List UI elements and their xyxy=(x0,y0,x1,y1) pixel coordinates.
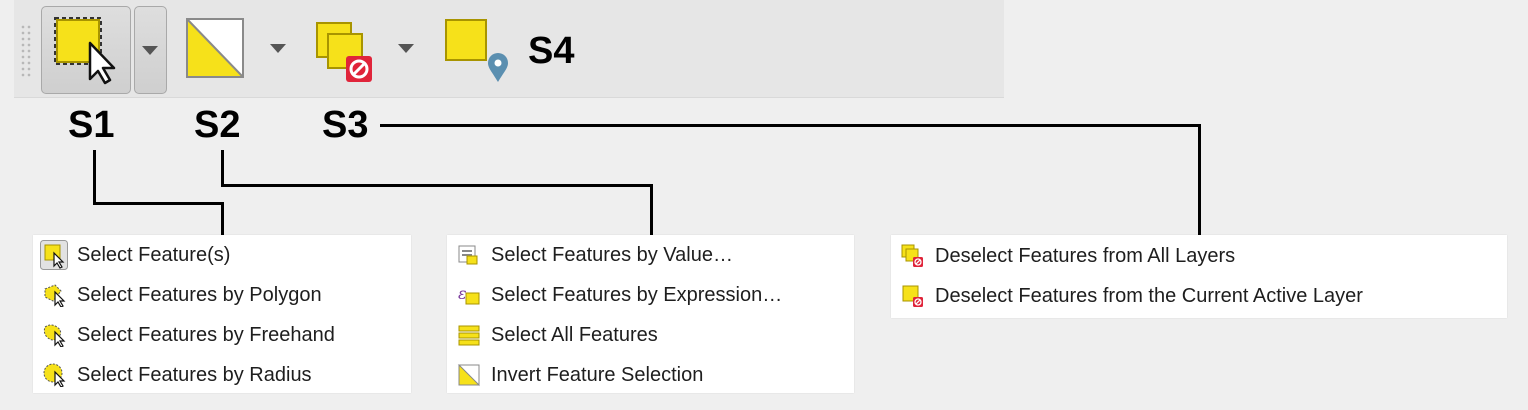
s3-connector xyxy=(1198,124,1201,235)
select-features-by-value-icon xyxy=(184,18,244,80)
menu-item-label: Invert Feature Selection xyxy=(491,363,704,386)
s1-label: S1 xyxy=(68,104,115,146)
select-by-location-button[interactable] xyxy=(444,18,514,84)
select-feature-icon xyxy=(40,240,68,270)
menu-item-label: Select Features by Value… xyxy=(491,243,733,266)
chevron-down-icon xyxy=(142,46,158,55)
select-features-button[interactable] xyxy=(41,6,131,94)
deselect-active-layer-icon xyxy=(901,284,925,308)
menu-item-select-by-value[interactable]: Select Features by Value… xyxy=(447,235,733,275)
s4-label: S4 xyxy=(528,30,575,72)
menu-item-select-feature[interactable]: Select Feature(s) xyxy=(33,235,230,275)
menu-item-label: Deselect Features from All Layers xyxy=(935,244,1236,267)
invert-selection-icon xyxy=(457,363,481,387)
menu-item-deselect-all-layers[interactable]: Deselect Features from All Layers xyxy=(891,236,1235,276)
menu-item-select-all[interactable]: Select All Features xyxy=(447,315,658,355)
menu-item-invert-selection[interactable]: Invert Feature Selection xyxy=(447,355,703,395)
s2-connector xyxy=(221,184,653,187)
menu-item-label: Select All Features xyxy=(491,323,658,346)
menu-item-select-by-expression[interactable]: ε Select Features by Expression… xyxy=(447,275,782,315)
deselect-all-layers-icon xyxy=(901,244,925,268)
s3-label: S3 xyxy=(322,104,369,146)
select-by-value-button[interactable] xyxy=(184,18,244,80)
select-features-dropdown[interactable] xyxy=(134,6,167,94)
menu-item-label: Select Features by Radius xyxy=(77,363,312,386)
menu-item-label: Select Feature(s) xyxy=(77,243,231,266)
s2-connector xyxy=(650,184,653,235)
deselect-features-button[interactable] xyxy=(316,22,378,84)
s2-connector xyxy=(221,150,224,187)
s1-connector xyxy=(93,202,224,205)
s2-dropdown-chevron-icon[interactable] xyxy=(270,44,286,53)
s3-menu: Deselect Features from All Layers Desele… xyxy=(891,235,1507,318)
select-polygon-icon xyxy=(43,283,67,308)
menu-item-label: Select Features by Freehand xyxy=(77,323,335,346)
select-by-expression-icon: ε xyxy=(457,283,481,307)
menu-item-select-freehand[interactable]: Select Features by Freehand xyxy=(33,315,335,355)
s3-connector xyxy=(380,124,1201,127)
select-radius-icon xyxy=(43,363,67,388)
select-features-icon xyxy=(54,17,116,85)
s1-menu: Select Feature(s) Select Features by Pol… xyxy=(33,235,411,393)
select-by-value-icon xyxy=(457,243,481,267)
menu-item-label: Select Features by Expression… xyxy=(491,283,783,306)
toolbar-grip-handle[interactable] xyxy=(20,24,32,78)
menu-item-select-polygon[interactable]: Select Features by Polygon xyxy=(33,275,322,315)
select-all-icon xyxy=(457,323,481,347)
select-by-location-icon xyxy=(445,19,508,82)
menu-item-label: Deselect Features from the Current Activ… xyxy=(935,284,1363,307)
s1-connector xyxy=(93,150,96,205)
s3-dropdown-chevron-icon[interactable] xyxy=(398,44,414,53)
s2-menu: Select Features by Value… ε Select Featu… xyxy=(447,235,854,393)
s2-label: S2 xyxy=(194,104,241,146)
select-freehand-icon xyxy=(43,323,67,348)
s1-connector xyxy=(221,202,224,235)
deselect-features-icon xyxy=(316,22,372,82)
menu-item-select-radius[interactable]: Select Features by Radius xyxy=(33,355,312,395)
svg-text:ε: ε xyxy=(458,284,467,303)
menu-item-deselect-active-layer[interactable]: Deselect Features from the Current Activ… xyxy=(891,276,1363,316)
menu-item-label: Select Features by Polygon xyxy=(77,283,322,306)
